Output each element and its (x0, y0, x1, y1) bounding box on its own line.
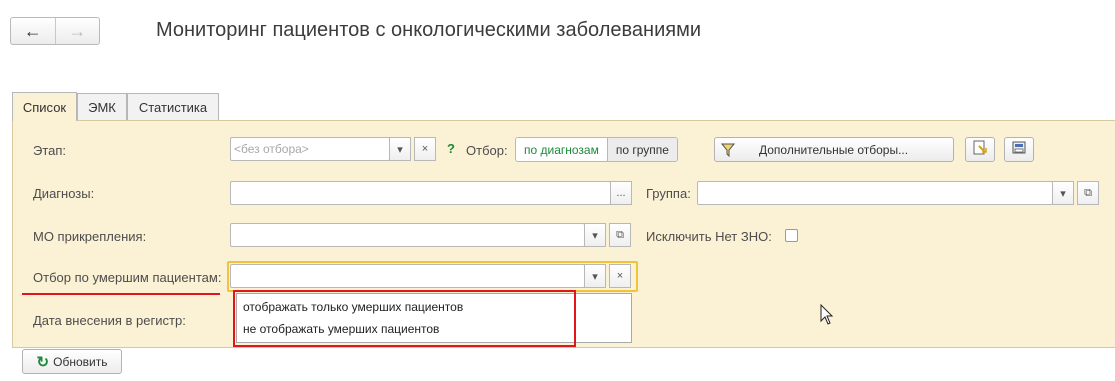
group-dropdown-button[interactable]: ▾ (1052, 181, 1074, 205)
stage-dropdown-button[interactable]: ▾ (389, 137, 411, 161)
ellipsis-icon: ... (616, 187, 626, 199)
mo-input[interactable] (230, 223, 585, 247)
tab-label: Статистика (138, 99, 208, 115)
refresh-icon: ↻ (36, 353, 50, 371)
selection-label: Отбор: (466, 143, 508, 158)
tab-emk[interactable]: ЭМК (77, 93, 127, 120)
mo-open-button[interactable]: ⧉ (609, 223, 631, 247)
tab-list[interactable]: Список (12, 92, 77, 121)
filter-icon (720, 143, 736, 157)
mo-label: МО прикрепления: (33, 229, 147, 244)
document-save-icon (1011, 140, 1027, 159)
deceased-filter-label: Отбор по умершим пациентам: (33, 270, 222, 285)
cursor-icon (820, 303, 834, 329)
additional-filters-button[interactable]: Дополнительные отборы... (714, 137, 954, 162)
label-underline (22, 293, 220, 295)
forward-button[interactable]: → (54, 18, 100, 44)
chevron-down-icon: ▾ (1060, 187, 1066, 200)
tab-statistics[interactable]: Статистика (127, 93, 219, 120)
close-icon: × (616, 270, 624, 282)
refresh-button[interactable]: ↻ Обновить (22, 349, 122, 374)
highlight-box (233, 290, 576, 347)
deceased-filter-input[interactable] (230, 264, 585, 288)
document-load-icon (972, 140, 988, 159)
open-icon: ⧉ (1084, 186, 1092, 199)
selection-toggle: по диагнозам по группе (515, 137, 678, 162)
diagnoses-label: Диагнозы: (33, 186, 95, 201)
help-icon[interactable]: ? (447, 141, 455, 156)
deceased-clear-button[interactable]: × (609, 264, 631, 288)
chevron-down-icon: ▾ (397, 143, 403, 156)
open-icon: ⧉ (616, 228, 624, 241)
save-settings-button[interactable] (1004, 137, 1034, 162)
stage-input[interactable]: <без отбора> (230, 137, 390, 161)
group-label: Группа: (646, 186, 691, 201)
stage-clear-button[interactable]: × (414, 137, 436, 161)
additional-filters-label: Дополнительные отборы... (759, 142, 909, 157)
register-date-label: Дата внесения в регистр: (33, 313, 186, 328)
arrow-left-icon: ← (23, 20, 42, 41)
page-title: Мониторинг пациентов с онкологическими з… (156, 19, 701, 41)
by-diagnoses-button[interactable]: по диагнозам (516, 138, 607, 161)
exclude-no-zno-label: Исключить Нет ЗНО: (646, 229, 772, 244)
back-button[interactable]: ← (11, 18, 55, 44)
chevron-down-icon: ▾ (592, 270, 598, 283)
chevron-down-icon: ▾ (592, 229, 598, 242)
exclude-no-zno-checkbox[interactable] (785, 229, 798, 242)
deceased-dropdown-button[interactable]: ▾ (584, 264, 606, 288)
group-input[interactable] (697, 181, 1053, 205)
close-icon: × (421, 143, 429, 155)
diagnoses-input[interactable] (230, 181, 611, 205)
stage-label: Этап: (33, 143, 67, 158)
arrow-right-icon: → (68, 20, 87, 41)
tab-label: ЭМК (88, 99, 116, 115)
diagnoses-select-button[interactable]: ... (610, 181, 632, 205)
by-group-button[interactable]: по группе (606, 138, 677, 161)
stage-placeholder: <без отбора> (234, 142, 309, 156)
load-settings-button[interactable] (965, 137, 995, 162)
tab-label: Список (22, 99, 67, 115)
group-open-button[interactable]: ⧉ (1077, 181, 1099, 205)
refresh-label: Обновить (53, 354, 108, 369)
mo-dropdown-button[interactable]: ▾ (584, 223, 606, 247)
nav-buttons: ← → (10, 17, 100, 45)
